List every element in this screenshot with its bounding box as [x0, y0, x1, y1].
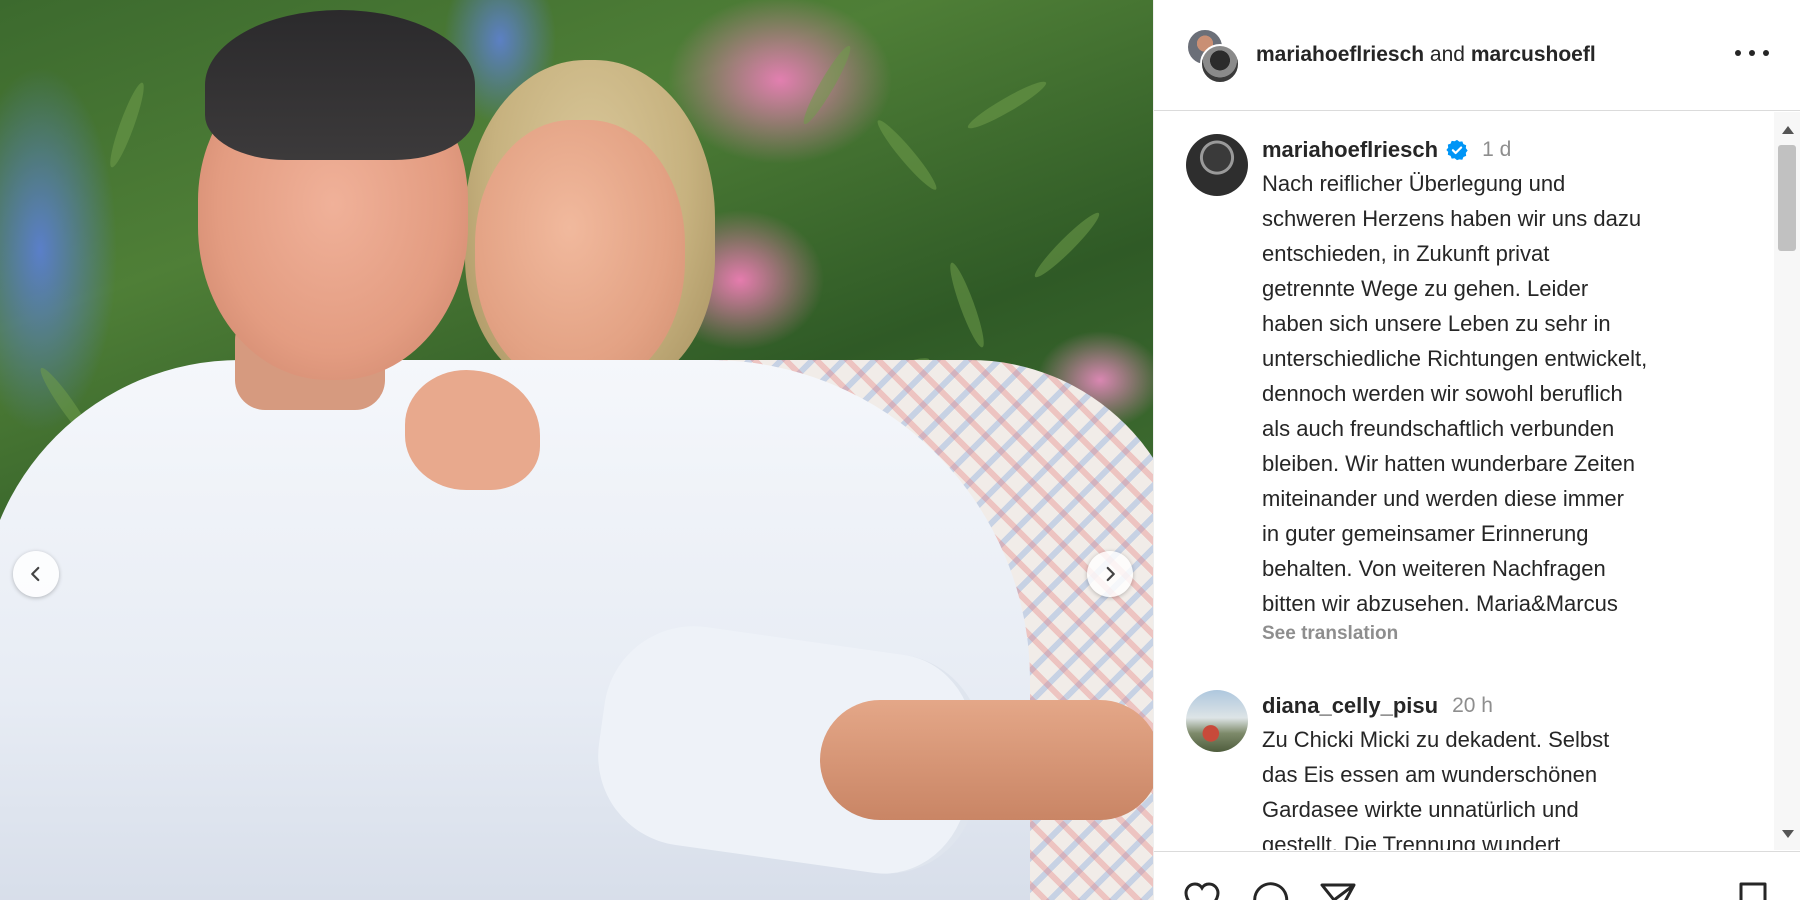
post-actions: [1154, 851, 1800, 900]
scroll-down-arrow-icon[interactable]: [1782, 830, 1794, 838]
caption-entry: mariahoeflriesch 1 d Nach reiflicher Übe…: [1186, 134, 1766, 645]
collab-avatars[interactable]: [1186, 28, 1240, 84]
comment-button[interactable]: [1250, 880, 1290, 900]
comment-icon: [1253, 882, 1289, 900]
more-dot: [1763, 50, 1769, 56]
more-horizontal-icon: [1735, 50, 1741, 56]
share-button[interactable]: [1318, 880, 1358, 900]
chevron-left-icon: [31, 566, 40, 582]
scrollbar-thumb[interactable]: [1778, 145, 1796, 251]
post-photo: [0, 0, 1153, 900]
photo-arm: [820, 700, 1153, 820]
photo-foliage: [945, 260, 989, 350]
photo-foliage: [872, 116, 942, 194]
carousel-next-button[interactable]: [1087, 551, 1133, 597]
comment-entry: diana_celly_pisu 20 h Zu Chicki Micki zu…: [1186, 690, 1766, 850]
photo-foliage: [798, 42, 856, 128]
photo-woman-face: [475, 120, 685, 390]
comment-username[interactable]: diana_celly_pisu: [1262, 690, 1438, 722]
chevron-right-icon: [1106, 566, 1115, 582]
comments-scroll-area[interactable]: mariahoeflriesch 1 d Nach reiflicher Übe…: [1154, 112, 1800, 850]
author-link-1[interactable]: mariahoeflriesch: [1256, 43, 1424, 66]
carousel-prev-button[interactable]: [13, 551, 59, 597]
caption-text: Nach reiflicher Überlegung und schweren …: [1262, 171, 1648, 616]
post-header: mariahoeflriesch and marcushoefl: [1154, 0, 1800, 111]
verified-badge-icon: [1446, 139, 1468, 161]
caption-body: mariahoeflriesch 1 d Nach reiflicher Übe…: [1262, 134, 1766, 645]
caption-meta: mariahoeflriesch 1 d: [1262, 134, 1766, 166]
avatar: [1200, 44, 1240, 84]
heart-icon: [1184, 882, 1220, 900]
post-authors: mariahoeflriesch and marcushoefl: [1256, 43, 1596, 67]
like-button[interactable]: [1182, 880, 1222, 900]
scrollbar[interactable]: [1774, 112, 1800, 850]
more-dot: [1749, 50, 1755, 56]
save-button[interactable]: [1733, 880, 1773, 900]
photo-foliage: [1030, 208, 1104, 282]
comment-text: Zu Chicki Micki zu dekadent. Selbst das …: [1262, 727, 1610, 850]
author-link-2[interactable]: marcushoefl: [1471, 43, 1596, 66]
bookmark-icon: [1739, 882, 1767, 900]
photo-foliage: [105, 80, 149, 170]
caption-username[interactable]: mariahoeflriesch: [1262, 134, 1438, 166]
photo-man-hair: [205, 10, 475, 160]
comment-body: diana_celly_pisu 20 h Zu Chicki Micki zu…: [1262, 690, 1766, 850]
caption-time[interactable]: 1 d: [1482, 134, 1511, 166]
post-side-panel: mariahoeflriesch and marcushoefl mariaho…: [1153, 0, 1800, 900]
comment-time[interactable]: 20 h: [1452, 690, 1493, 722]
avatar[interactable]: [1186, 134, 1248, 196]
paper-plane-icon: [1320, 883, 1356, 900]
photo-foliage: [964, 76, 1050, 134]
see-translation-link[interactable]: See translation: [1262, 623, 1766, 645]
more-options-button[interactable]: [1735, 40, 1769, 66]
comment-meta: diana_celly_pisu 20 h: [1262, 690, 1766, 722]
avatar[interactable]: [1186, 690, 1248, 752]
authors-separator: and: [1429, 43, 1465, 66]
scroll-up-arrow-icon[interactable]: [1782, 126, 1794, 134]
